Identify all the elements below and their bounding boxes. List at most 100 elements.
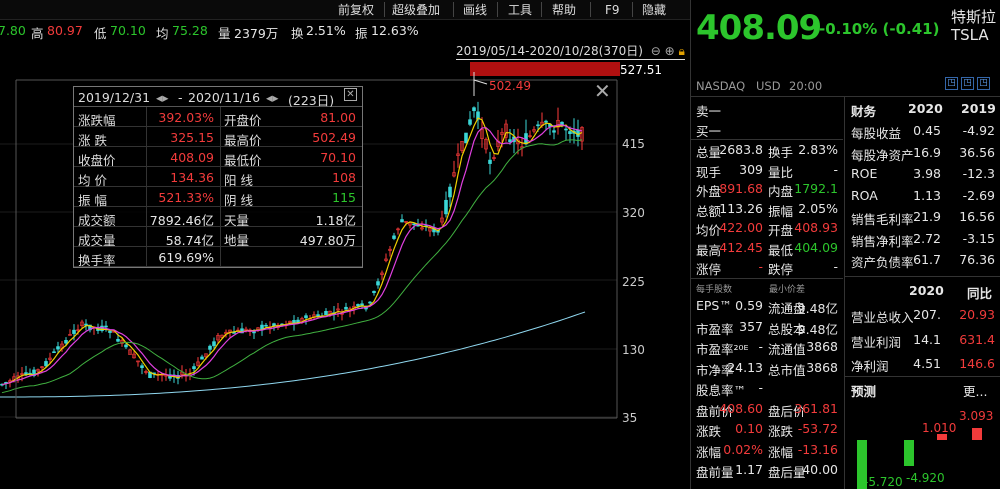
stats-row: 涨跌幅 392.03% 开盘价 81.00	[74, 107, 362, 128]
vol-value: 2379万	[234, 26, 279, 41]
quote-value: 0.59	[735, 298, 763, 313]
svg-text:-5.720: -5.720	[864, 475, 903, 489]
tool-f9[interactable]: F9	[605, 2, 620, 18]
fin-label: 销售毛利率	[851, 212, 914, 227]
fin-value: -4.92	[962, 123, 995, 138]
forecast-chart: 3.093 1.010 -5.720 -4.920	[857, 409, 993, 489]
panel-icon-3[interactable]: ◳	[977, 77, 990, 90]
quote-label: 外盘	[696, 184, 722, 199]
close-overlay-icon[interactable]: ✕	[594, 79, 611, 103]
quote-label: EPS™	[696, 298, 732, 313]
quote-label: 市盈率	[696, 321, 734, 337]
peak-label: 502.49	[489, 79, 531, 93]
stat-value: 81.00	[320, 110, 356, 125]
bar-neg-4920	[904, 440, 914, 466]
fin-value: 1.13	[913, 187, 941, 203]
start-arrows-icon[interactable]: ◂▸	[156, 90, 169, 105]
quote-label: 最高	[696, 242, 722, 258]
quote-value: -13.16	[797, 441, 838, 457]
interval-header: 2019/12/31 ◂▸ - 2020/11/16 ◂▸ (223日) ✕	[74, 87, 362, 108]
quote-value: -	[758, 339, 763, 354]
stat-value: 108	[332, 170, 356, 185]
quote-label: 总量	[696, 145, 722, 160]
stats-row: 换手率 619.69%	[74, 247, 362, 268]
fin-value: 61.7	[913, 252, 941, 267]
quote-label: 涨停	[696, 262, 722, 277]
tool-help[interactable]: 帮助	[552, 2, 576, 18]
quote-label: 股息率™	[696, 383, 747, 398]
quote-label: 最低	[768, 242, 794, 258]
panel-icon-2[interactable]: ◳	[961, 77, 974, 90]
quote-label: 涨跌	[768, 424, 794, 439]
sell1-label: 卖一	[696, 104, 722, 119]
fin-label: 营业利润	[851, 334, 902, 350]
fin-value: -3.15	[962, 230, 995, 246]
fin-label: 净利润	[851, 359, 889, 374]
tool-hide[interactable]: 隐藏	[642, 2, 666, 18]
fin-value: -2.69	[962, 187, 995, 203]
quote-label: 涨跌	[696, 424, 722, 439]
zoom-in-icon[interactable]: ⊕	[665, 44, 675, 58]
price-info-bar: 7.80 高 80.97 低 70.10 均 75.28 量 2379万 换 2…	[0, 23, 419, 41]
tool-overlay[interactable]: 超级叠加	[392, 2, 440, 18]
tick-35: 35	[622, 411, 637, 425]
fin-value: 21.9	[913, 209, 941, 224]
panel-icon-1[interactable]: ◳	[945, 77, 958, 90]
tick-225: 225	[622, 275, 645, 289]
stat-value: 408.09	[170, 150, 214, 165]
quote-label: 振幅	[768, 203, 794, 219]
quote-value: 404.09	[794, 239, 838, 255]
last-price: 408.09	[696, 8, 822, 48]
stat-value: 521.33%	[158, 190, 214, 205]
quote-value: 0.02%	[723, 441, 763, 457]
stats-row: 收盘价 408.09 最低价 70.10	[74, 147, 362, 168]
quote-value: 361.81	[794, 400, 838, 416]
stats-row: 成交量 58.74亿 地量 497.80万	[74, 227, 362, 248]
tool-draw[interactable]: 画线	[463, 2, 487, 18]
interval-stats-panel: 2019/12/31 ◂▸ - 2020/11/16 ◂▸ (223日) ✕ 涨…	[73, 86, 363, 268]
lock-icon[interactable]: 🔒︎	[679, 44, 685, 58]
buy1-label: 买一	[696, 124, 722, 139]
quote-value: 9.48亿	[797, 301, 838, 316]
tool-adjust[interactable]: 前复权	[338, 2, 374, 18]
quote-label: 量比	[768, 164, 794, 180]
quote-value: 9.48亿	[797, 321, 838, 337]
tool-tools[interactable]: 工具	[508, 2, 532, 18]
quote-label: 换手	[768, 145, 794, 160]
zoom-out-icon[interactable]: ⊖	[651, 44, 661, 58]
fin-value: 207.	[913, 307, 941, 322]
top-toolbar: 前复权 超级叠加 画线 工具 帮助 F9 隐藏	[0, 0, 690, 20]
quote-value: -	[833, 161, 838, 177]
stats-row: 均 价 134.36 阳 线 108	[74, 167, 362, 188]
stat-value: 325.15	[170, 130, 214, 145]
tick-415: 415	[622, 137, 645, 151]
quote-value: 422.00	[719, 220, 763, 235]
fin-value: 146.6	[959, 356, 995, 371]
close-panel-icon[interactable]: ✕	[344, 88, 357, 101]
stock-name: 特斯拉	[951, 8, 997, 26]
tick-320: 320	[622, 206, 645, 220]
end-arrows-icon[interactable]: ◂▸	[266, 90, 279, 105]
fin-value: 16.9	[913, 144, 941, 160]
quote-value: 40.00	[802, 462, 838, 477]
quote-label: 涨幅	[768, 444, 794, 460]
stat-value: 392.03%	[158, 110, 214, 125]
fin-value: 16.56	[959, 209, 995, 224]
quote-value: 412.45	[719, 239, 763, 255]
quote-value: 2683.8	[719, 142, 763, 157]
quote-label: 流通值	[768, 342, 806, 357]
fin-label: ROE	[851, 166, 878, 181]
left-value: 7.80	[0, 23, 26, 38]
quote-label: 涨幅	[696, 444, 722, 460]
fin-value: 20.93	[959, 307, 995, 322]
top-price-label: 527.51	[620, 63, 662, 77]
stat-value: 134.36	[170, 170, 214, 185]
top-price-marker	[470, 62, 620, 76]
fin-value: 0.45	[913, 123, 941, 138]
exchange: NASDAQ	[696, 79, 746, 93]
quote-value: 2.05%	[798, 200, 838, 216]
tick-130: 130	[622, 343, 645, 357]
quote-value: 113.26	[719, 200, 763, 216]
quote-value: 1.17	[735, 462, 763, 477]
stock-ticker: TSLA	[951, 26, 989, 44]
